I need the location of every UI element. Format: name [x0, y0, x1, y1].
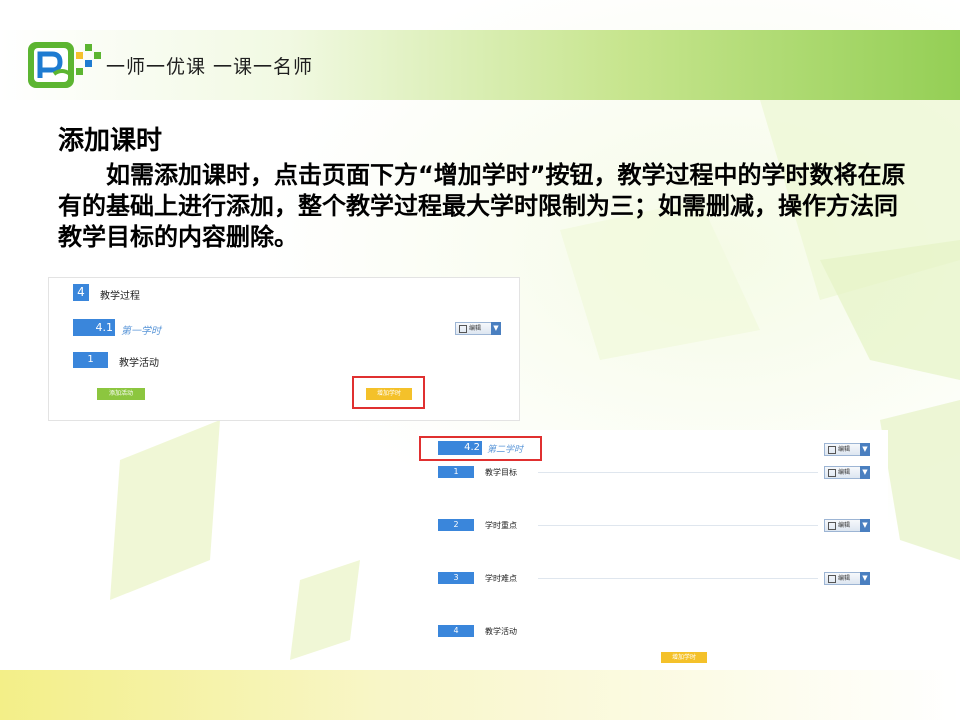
edit-icon: [828, 445, 836, 454]
add-activity-button[interactable]: 添加活动: [97, 388, 145, 400]
slide-header: 一师一优课 一课一名师: [0, 0, 960, 100]
item-title: 学时重点: [485, 521, 517, 530]
lesson-panel-1: 4 教学过程 4.1 第一学时 编辑 ▼ 1 教学活动 添加活动 增加学时: [48, 277, 520, 421]
item-number-badge: 1: [438, 466, 474, 478]
edit-icon: [828, 574, 836, 583]
edit-label: 编辑: [838, 446, 851, 453]
divider: [538, 472, 818, 473]
edit-label: 编辑: [838, 469, 851, 476]
edit-icon: [828, 521, 836, 530]
chevron-down-icon[interactable]: ▼: [860, 572, 870, 585]
edit-icon: [828, 468, 836, 477]
item-title: 学时难点: [485, 574, 517, 583]
section-title: 教学过程: [100, 291, 140, 302]
edit-button[interactable]: 编辑 ▼: [455, 322, 501, 335]
edit-label: 编辑: [469, 325, 482, 332]
edit-label: 编辑: [838, 522, 851, 529]
edit-button[interactable]: 编辑 ▼: [824, 519, 870, 532]
highlight-frame: [419, 436, 542, 461]
item-number-badge: 4: [438, 625, 474, 637]
item-title: 教学目标: [485, 468, 517, 477]
edit-button[interactable]: 编辑 ▼: [824, 443, 870, 456]
add-lesson-button[interactable]: 增加学时: [661, 652, 707, 663]
course-logo-icon: [28, 42, 101, 88]
item-number-badge: 3: [438, 572, 474, 584]
chevron-down-icon[interactable]: ▼: [860, 466, 870, 479]
slide-paragraph: 如需添加课时，点击页面下方“增加学时”按钮，教学过程中的学时数将在原有的基础上进…: [58, 161, 906, 251]
section-number-badge: 4: [73, 284, 89, 301]
edit-button[interactable]: 编辑 ▼: [824, 466, 870, 479]
edit-button[interactable]: 编辑 ▼: [824, 572, 870, 585]
slide-title: 添加课时: [58, 126, 163, 156]
lesson-number-badge: 4.1: [73, 319, 115, 336]
lesson-title: 第一学时: [121, 326, 161, 337]
activity-title: 教学活动: [119, 358, 159, 369]
chevron-down-icon[interactable]: ▼: [860, 443, 870, 456]
edit-label: 编辑: [838, 575, 851, 582]
highlight-frame: [352, 376, 425, 409]
chevron-down-icon[interactable]: ▼: [491, 322, 501, 335]
edit-icon: [459, 324, 467, 333]
chevron-down-icon[interactable]: ▼: [860, 519, 870, 532]
bottom-band: [0, 670, 960, 720]
activity-number-badge: 1: [73, 352, 108, 368]
item-title: 教学活动: [485, 627, 517, 636]
logo-text: 一师一优课 一课一名师: [106, 56, 314, 78]
divider: [538, 525, 818, 526]
lesson-panel-2: 4.2 第二学时 编辑 ▼ 1 教学目标 编辑 ▼ 2 学时重点 编辑 ▼ 3 …: [418, 430, 888, 670]
item-number-badge: 2: [438, 519, 474, 531]
divider: [538, 578, 818, 579]
